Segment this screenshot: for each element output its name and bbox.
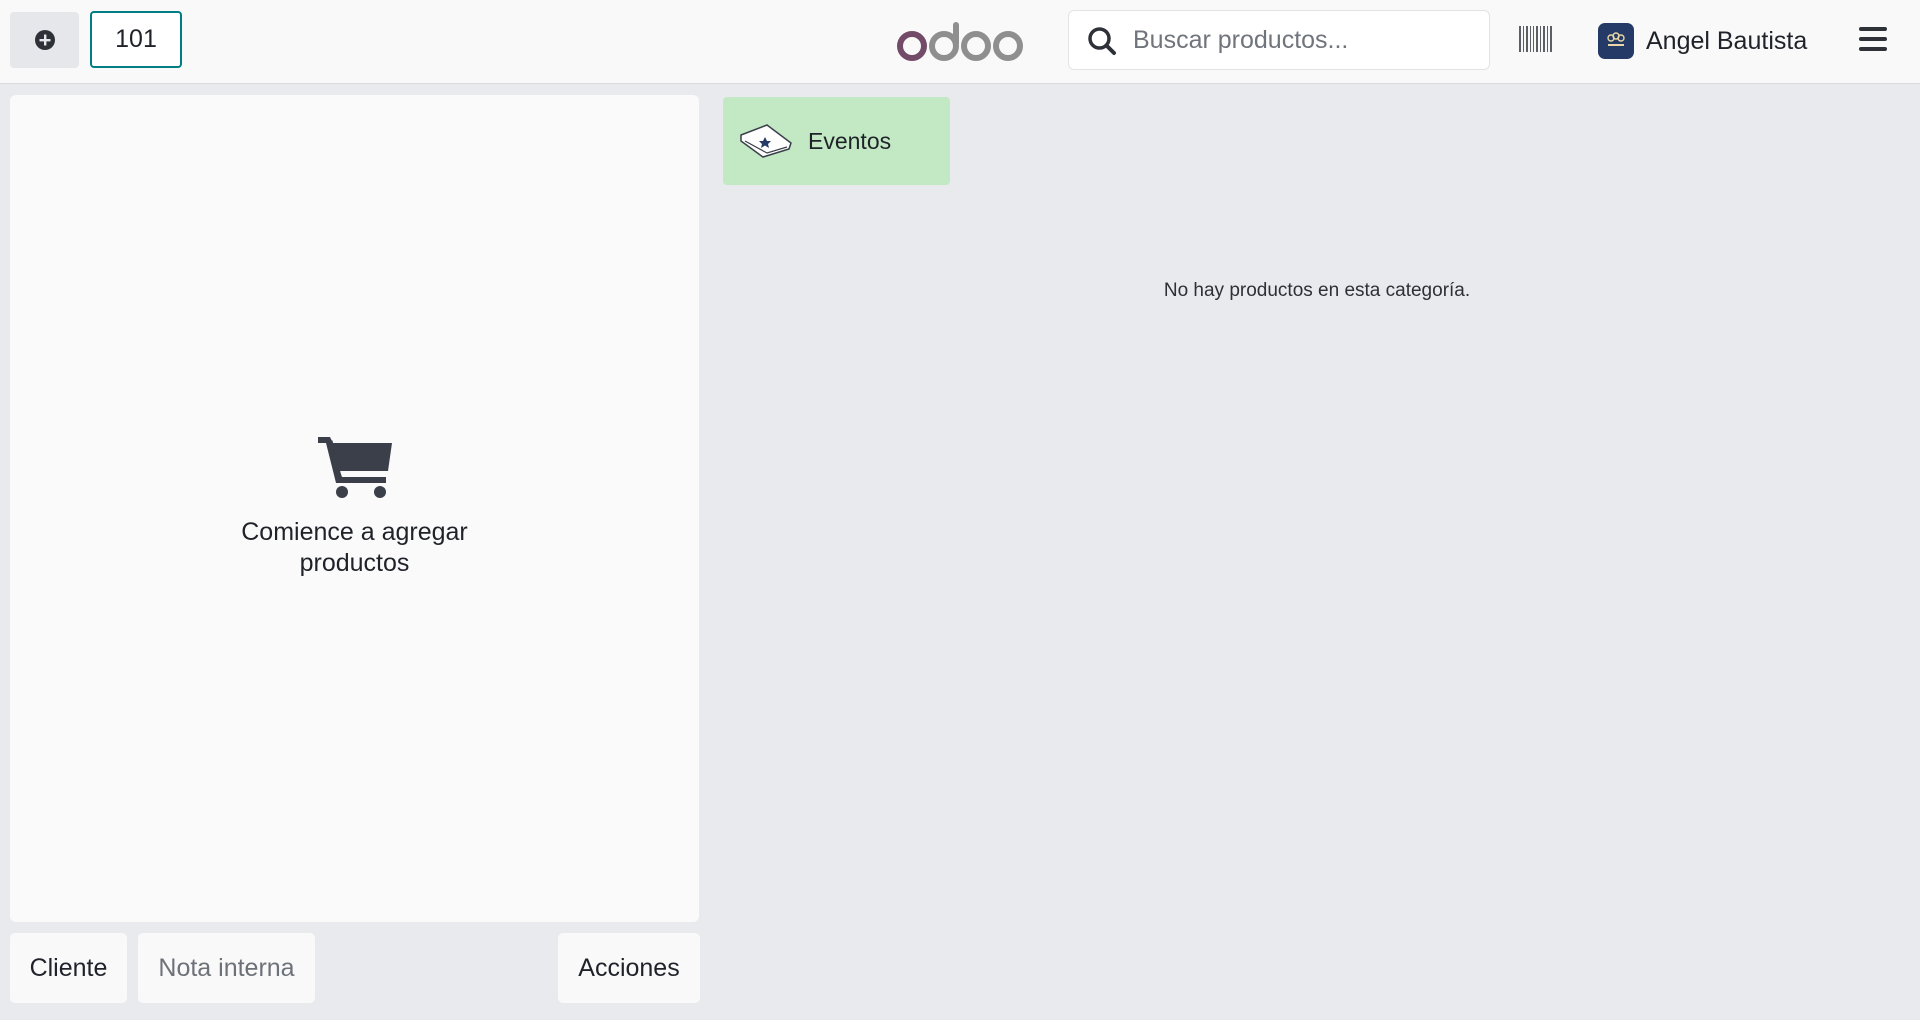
search-input[interactable] [1133, 11, 1473, 69]
event-ticket-icon [740, 124, 792, 158]
no-products-message: No hay productos en esta categoría. [1163, 280, 1471, 301]
shopping-cart-icon [317, 437, 392, 498]
internal-note-button[interactable]: Nota interna [138, 933, 315, 1003]
avatar [1598, 23, 1634, 59]
order-tab[interactable]: 101 [90, 11, 182, 68]
actions-button[interactable]: Acciones [558, 933, 700, 1003]
order-panel: Comience a agregar productos [10, 95, 699, 922]
hamburger-menu-icon[interactable] [1858, 26, 1888, 52]
new-order-button[interactable] [10, 12, 79, 68]
barcode-icon[interactable] [1518, 24, 1554, 54]
odoo-logo [897, 22, 1023, 61]
category-label: Eventos [808, 127, 892, 154]
plus-circle-icon [34, 30, 55, 50]
category-eventos[interactable]: Eventos [723, 97, 950, 185]
empty-cart-state: Comience a agregar productos [10, 433, 699, 579]
search-icon [1088, 27, 1116, 55]
product-search[interactable] [1068, 10, 1490, 70]
customer-button[interactable]: Cliente [10, 933, 127, 1003]
top-bar: 101 Ang [0, 0, 1920, 84]
user-name: Angel Bautista [1646, 26, 1808, 55]
user-menu[interactable]: Angel Bautista [1598, 20, 1807, 62]
empty-cart-message: Comience a agregar productos [241, 518, 468, 577]
